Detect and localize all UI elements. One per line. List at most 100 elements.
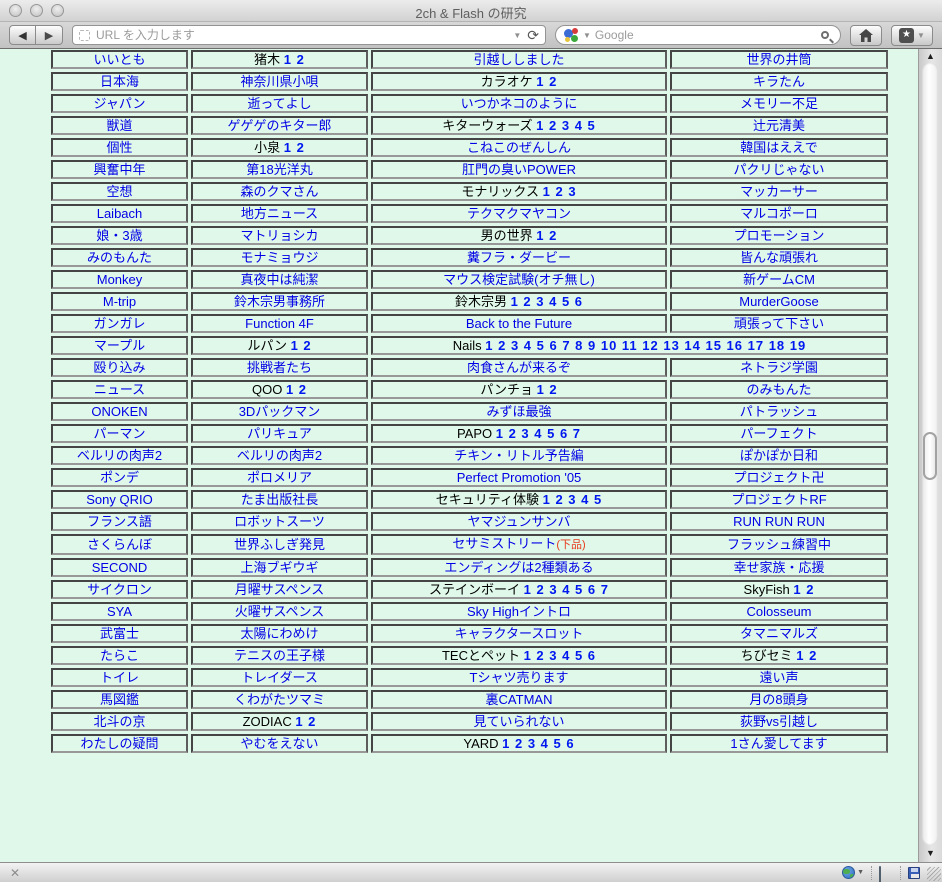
flash-link[interactable]: パーフェクト — [740, 426, 817, 441]
flash-link[interactable]: Back to the Future — [466, 316, 572, 331]
flash-part-links[interactable]: 1 2 3 — [543, 184, 577, 199]
flash-link[interactable]: フラッシュ練習中 — [727, 537, 831, 552]
flash-link[interactable]: いつかネコのように — [461, 96, 578, 111]
flash-link[interactable]: パクリじゃない — [733, 162, 824, 177]
flash-link[interactable]: M-trip — [103, 294, 136, 309]
flash-link[interactable]: 個性 — [106, 140, 132, 155]
flash-link[interactable]: たま出版社長 — [241, 492, 319, 507]
monitor-icon[interactable] — [879, 865, 893, 882]
flash-part-links[interactable]: 1 2 3 4 5 6 7 — [524, 582, 609, 597]
flash-link[interactable]: やむをえない — [240, 736, 318, 751]
flash-link[interactable]: モナミョウジ — [240, 250, 318, 265]
flash-link[interactable]: さくらんぼ — [87, 537, 152, 552]
resize-grip[interactable] — [927, 867, 941, 881]
search-input[interactable] — [594, 28, 817, 42]
flash-link[interactable]: SYA — [107, 604, 132, 619]
flash-link[interactable]: マッカーサー — [740, 184, 818, 199]
flash-link[interactable]: 獣道 — [106, 118, 132, 133]
flash-link[interactable]: たらこ — [100, 648, 139, 663]
flash-part-links[interactable]: 1 2 3 4 5 6 — [511, 294, 583, 309]
flash-link[interactable]: 世界ふしぎ発見 — [234, 537, 325, 552]
flash-link[interactable]: パトラッシュ — [740, 404, 818, 419]
flash-link[interactable]: チキン・リトル予告編 — [454, 448, 584, 463]
close-statusbar-icon[interactable]: ✕ — [10, 866, 20, 880]
flash-part-links[interactable]: 1 2 3 4 5 — [536, 118, 596, 133]
flash-part-links[interactable]: 1 2 — [295, 714, 316, 729]
flash-link[interactable]: わたしの疑問 — [80, 736, 158, 751]
flash-part-links[interactable]: 1 2 3 4 5 — [543, 492, 603, 507]
flash-link[interactable]: マルコポーロ — [740, 206, 818, 221]
flash-link[interactable]: テクマクマヤコン — [467, 206, 571, 221]
flash-part-links[interactable]: 1 2 3 4 5 6 — [524, 648, 596, 663]
flash-link[interactable]: ネトラジ学園 — [740, 360, 818, 375]
flash-part-links[interactable]: 1 2 — [284, 140, 305, 155]
flash-link[interactable]: 引越ししました — [473, 52, 564, 67]
scroll-up-icon[interactable]: ▲ — [919, 50, 942, 62]
flash-link[interactable]: 武富士 — [100, 626, 139, 641]
flash-link[interactable]: 上海ブギウギ — [240, 560, 318, 575]
flash-link[interactable]: 神奈川県小唄 — [240, 74, 318, 89]
flash-link[interactable]: Sony QRIO — [86, 492, 152, 507]
globe-dropdown-icon[interactable]: ▼ — [857, 869, 864, 876]
flash-part-links[interactable]: 1 2 — [793, 582, 814, 597]
flash-link[interactable]: ロボットスーツ — [234, 514, 325, 529]
flash-link[interactable]: フランス語 — [87, 514, 152, 529]
flash-link[interactable]: 世界の井筒 — [746, 52, 811, 67]
flash-link[interactable]: みずほ最強 — [486, 404, 551, 419]
flash-link[interactable]: 3Dパックマン — [239, 404, 321, 419]
home-button[interactable] — [850, 24, 882, 46]
flash-link[interactable]: 月の8頭身 — [749, 692, 808, 707]
flash-link[interactable]: ポンデ — [100, 470, 139, 485]
flash-link[interactable]: テニスの王子様 — [234, 648, 325, 663]
flash-link[interactable]: トレイダース — [241, 670, 318, 685]
globe-icon[interactable] — [842, 866, 856, 879]
flash-link[interactable]: みのもんた — [87, 250, 152, 265]
flash-link[interactable]: ゲゲゲのキター郎 — [227, 118, 331, 133]
flash-link[interactable]: 肉食さんが来るぞ — [467, 360, 571, 375]
flash-link[interactable]: キラたん — [753, 74, 805, 89]
flash-link[interactable]: 1さん愛してます — [730, 736, 827, 751]
flash-link[interactable]: MurderGoose — [739, 294, 818, 309]
flash-link[interactable]: ガンガレ — [93, 316, 145, 331]
flash-link[interactable]: 逝ってよし — [247, 96, 311, 111]
flash-link[interactable]: ベルリの肉声2 — [237, 448, 322, 463]
flash-link[interactable]: 日本海 — [100, 74, 139, 89]
flash-link[interactable]: 辻元清美 — [753, 118, 805, 133]
flash-part-links[interactable]: 1 2 3 4 5 6 7 — [496, 426, 581, 441]
search-icon[interactable] — [821, 31, 829, 39]
flash-part-links[interactable]: 1 2 — [284, 52, 305, 67]
flash-link[interactable]: 興奮中年 — [93, 162, 145, 177]
flash-link[interactable]: プロジェクトRF — [731, 492, 826, 507]
flash-link[interactable]: 幸せ家族・応援 — [733, 560, 824, 575]
flash-link[interactable]: くわがたツマミ — [234, 692, 325, 707]
flash-link[interactable]: Perfect Promotion '05 — [457, 470, 582, 485]
forward-button[interactable]: ▶ — [36, 25, 63, 45]
flash-link[interactable]: ONOKEN — [91, 404, 147, 419]
url-input[interactable] — [96, 28, 508, 42]
scrollbar-thumb[interactable] — [923, 432, 937, 480]
reload-icon[interactable]: ⟳ — [527, 28, 539, 42]
bookmarks-button[interactable]: ★ ▼ — [891, 24, 933, 46]
flash-link[interactable]: 第18光洋丸 — [246, 162, 312, 177]
flash-link[interactable]: ポロメリア — [247, 470, 312, 485]
flash-link[interactable]: パリキュア — [247, 426, 312, 441]
flash-link[interactable]: 真夜中は純潔 — [240, 272, 318, 287]
flash-link[interactable]: 新ゲームCM — [743, 272, 815, 287]
flash-link[interactable]: 森のクマさん — [240, 184, 318, 199]
flash-link[interactable]: ヤマジュンサンバ — [467, 514, 570, 529]
flash-link[interactable]: 月曜サスペンス — [235, 582, 325, 597]
flash-link[interactable]: エンディングは2種類ある — [444, 560, 593, 575]
flash-link[interactable]: ぽかぽか日和 — [740, 448, 818, 463]
search-field[interactable]: ▼ — [555, 25, 841, 45]
flash-link[interactable]: メモリー不足 — [740, 96, 818, 111]
url-field[interactable]: ▼ ⟳ — [72, 25, 546, 45]
flash-link[interactable]: サイクロン — [87, 582, 152, 597]
flash-link[interactable]: パーマン — [93, 426, 145, 441]
flash-link[interactable]: 遠い声 — [759, 670, 798, 685]
flash-link[interactable]: 見ていられない — [473, 714, 564, 729]
flash-part-links[interactable]: 1 2 — [536, 228, 557, 243]
flash-link[interactable]: マウス検定試験(オチ無し) — [443, 272, 595, 287]
flash-link[interactable]: 娘・3歳 — [96, 228, 142, 243]
flash-link[interactable]: マトリョシカ — [240, 228, 318, 243]
flash-link[interactable]: キャラクタースロット — [455, 626, 584, 641]
